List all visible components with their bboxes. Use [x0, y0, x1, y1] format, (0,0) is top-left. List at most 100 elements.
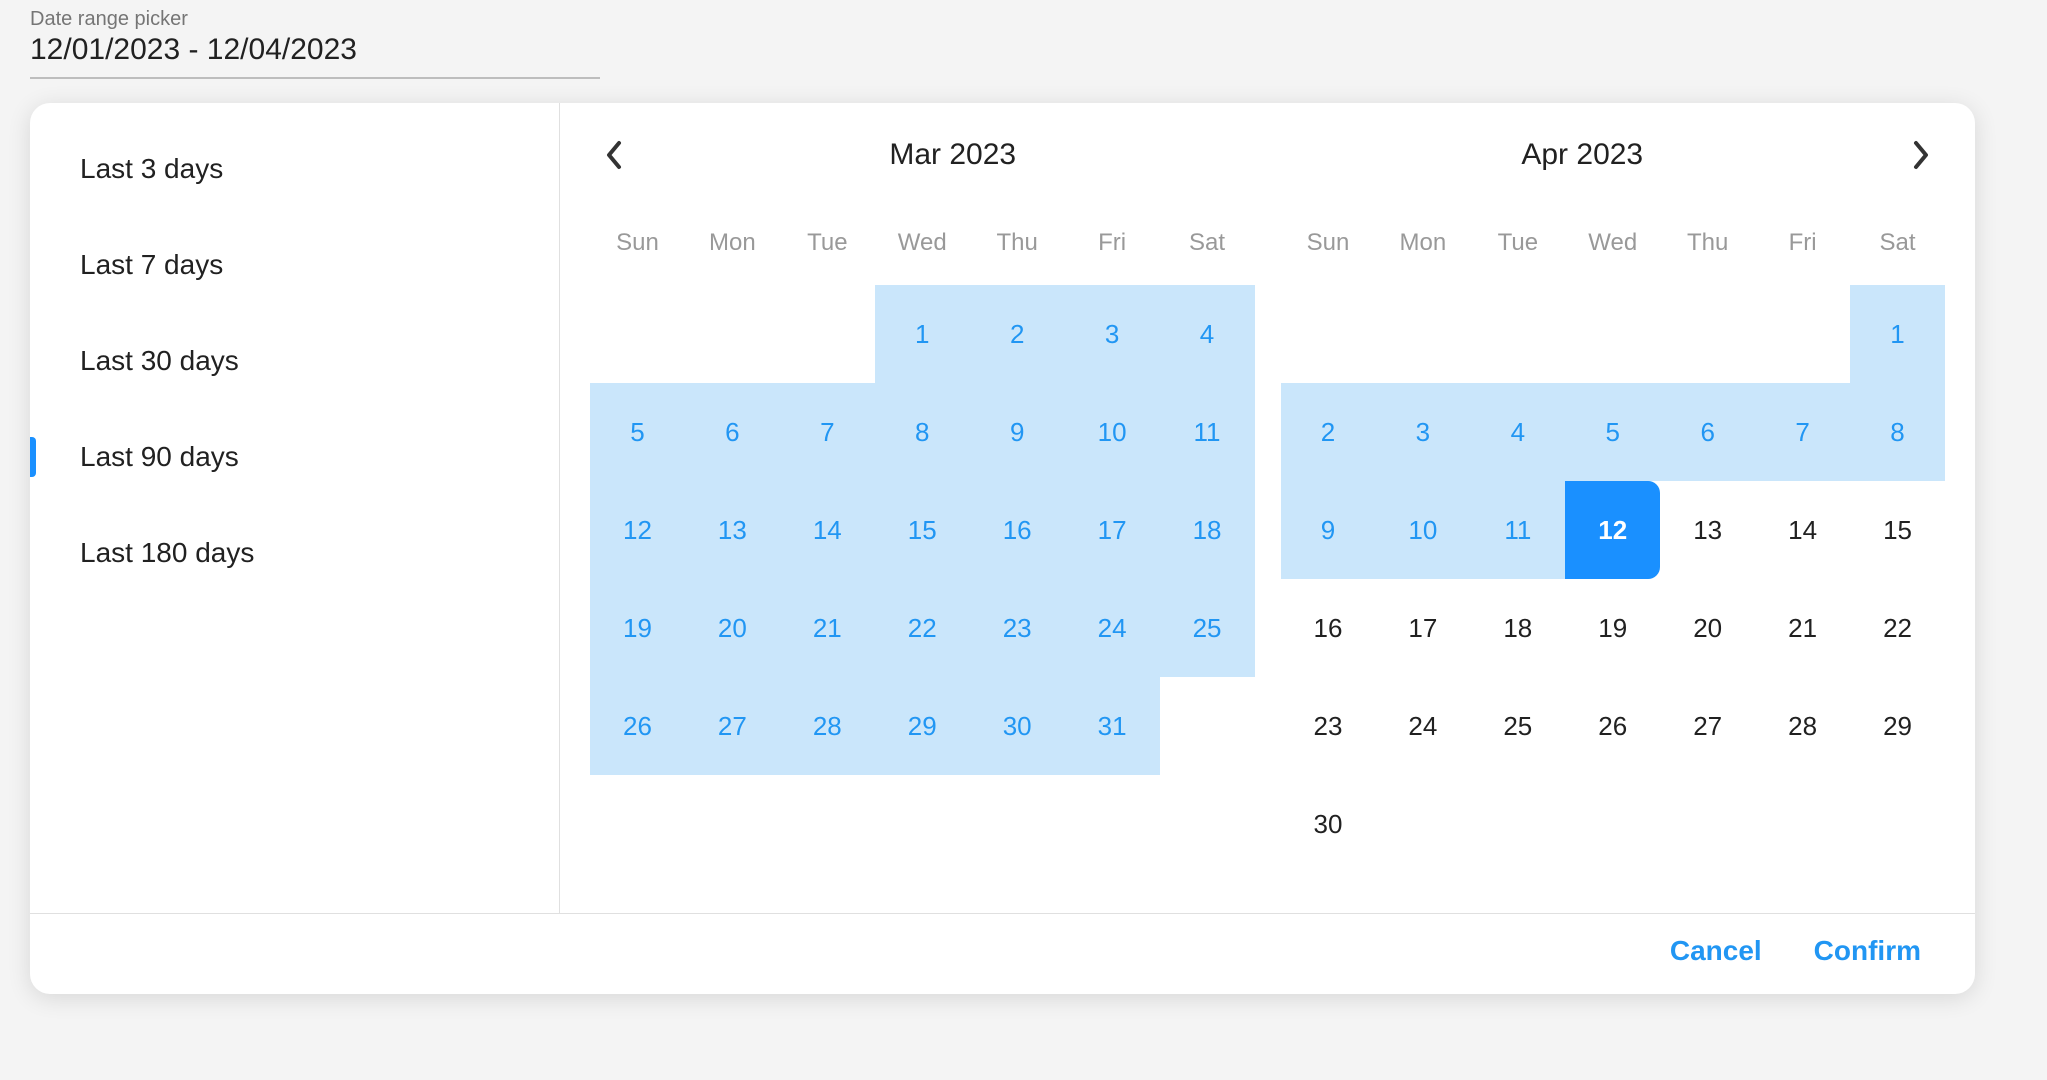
weekday-label: Tue	[1470, 229, 1565, 257]
day-cell[interactable]: 2	[1281, 383, 1376, 481]
chevron-right-icon	[1911, 139, 1931, 171]
prev-month-button[interactable]	[590, 131, 638, 179]
day-cell[interactable]: 17	[1375, 579, 1470, 677]
picker-footer: Cancel Confirm	[30, 913, 1975, 994]
day-cell[interactable]: 1	[875, 285, 970, 383]
day-cell[interactable]: 12	[590, 481, 685, 579]
day-cell[interactable]: 5	[590, 383, 685, 481]
day-cell[interactable]: 10	[1065, 383, 1160, 481]
day-cell-selected[interactable]: 12	[1565, 481, 1660, 579]
weekday-label: Mon	[1375, 229, 1470, 257]
weekday-label: Wed	[875, 229, 970, 257]
day-cell[interactable]: 13	[1660, 481, 1755, 579]
weekday-label: Sun	[590, 229, 685, 257]
day-cell[interactable]: 23	[1281, 677, 1376, 775]
day-cell[interactable]: 10	[1375, 481, 1470, 579]
day-cell[interactable]: 22	[1850, 579, 1945, 677]
day-cell[interactable]: 7	[780, 383, 875, 481]
picker-label: Date range picker	[30, 8, 2017, 31]
day-cell[interactable]: 3	[1065, 285, 1160, 383]
weekday-label: Mon	[685, 229, 780, 257]
day-cell[interactable]: 24	[1375, 677, 1470, 775]
preset-item[interactable]: Last 180 days	[30, 505, 559, 601]
month-title-right: Apr 2023	[1268, 138, 1898, 172]
chevron-left-icon	[604, 139, 624, 171]
weekday-label: Wed	[1565, 229, 1660, 257]
weekday-label: Sun	[1281, 229, 1376, 257]
day-cell[interactable]: 14	[780, 481, 875, 579]
day-cell[interactable]: 29	[875, 677, 970, 775]
day-cell[interactable]: 2	[970, 285, 1065, 383]
day-cell[interactable]: 17	[1065, 481, 1160, 579]
day-cell[interactable]: 13	[685, 481, 780, 579]
day-cell[interactable]: 6	[685, 383, 780, 481]
day-cell[interactable]: 4	[1470, 383, 1565, 481]
day-cell[interactable]: 22	[875, 579, 970, 677]
day-cell[interactable]: 31	[1065, 677, 1160, 775]
day-empty	[1565, 285, 1660, 383]
day-cell[interactable]: 15	[1850, 481, 1945, 579]
day-cell[interactable]: 28	[1755, 677, 1850, 775]
day-cell[interactable]: 7	[1755, 383, 1850, 481]
calendar-month-right: SunMonTueWedThuFriSat 123456789101112131…	[1281, 229, 1946, 873]
day-cell[interactable]: 5	[1565, 383, 1660, 481]
calendar-panel: Mar 2023 Apr 2023 SunMonTueWedThuFriSat …	[560, 103, 1975, 913]
day-cell[interactable]: 21	[1755, 579, 1850, 677]
day-cell[interactable]: 6	[1660, 383, 1755, 481]
day-cell[interactable]: 11	[1470, 481, 1565, 579]
day-cell[interactable]: 25	[1470, 677, 1565, 775]
weekday-label: Tue	[780, 229, 875, 257]
day-empty	[1281, 285, 1376, 383]
day-cell[interactable]: 15	[875, 481, 970, 579]
day-cell[interactable]: 29	[1850, 677, 1945, 775]
month-title-left: Mar 2023	[638, 138, 1268, 172]
day-cell[interactable]: 11	[1160, 383, 1255, 481]
day-cell[interactable]: 18	[1160, 481, 1255, 579]
cancel-button[interactable]: Cancel	[1664, 934, 1768, 968]
day-cell[interactable]: 16	[970, 481, 1065, 579]
day-cell[interactable]: 9	[1281, 481, 1376, 579]
day-empty	[590, 285, 685, 383]
preset-item[interactable]: Last 3 days	[30, 121, 559, 217]
confirm-button[interactable]: Confirm	[1808, 934, 1927, 968]
day-cell[interactable]: 30	[1281, 775, 1376, 873]
day-cell[interactable]: 1	[1850, 285, 1945, 383]
weekday-label: Fri	[1755, 229, 1850, 257]
preset-item[interactable]: Last 7 days	[30, 217, 559, 313]
day-empty	[1375, 285, 1470, 383]
preset-item[interactable]: Last 30 days	[30, 313, 559, 409]
day-cell[interactable]: 30	[970, 677, 1065, 775]
day-cell[interactable]: 18	[1470, 579, 1565, 677]
day-cell[interactable]: 19	[590, 579, 685, 677]
weekday-label: Fri	[1065, 229, 1160, 257]
day-cell[interactable]: 14	[1755, 481, 1850, 579]
date-range-input[interactable]: 12/01/2023 - 12/04/2023	[30, 33, 600, 79]
day-cell[interactable]: 16	[1281, 579, 1376, 677]
day-cell[interactable]: 23	[970, 579, 1065, 677]
day-cell[interactable]: 27	[685, 677, 780, 775]
day-cell[interactable]: 19	[1565, 579, 1660, 677]
day-cell[interactable]: 8	[1850, 383, 1945, 481]
day-cell[interactable]: 4	[1160, 285, 1255, 383]
day-empty	[1470, 285, 1565, 383]
day-cell[interactable]: 28	[780, 677, 875, 775]
preset-list: Last 3 daysLast 7 daysLast 30 daysLast 9…	[30, 103, 560, 913]
day-cell[interactable]: 3	[1375, 383, 1470, 481]
day-cell[interactable]: 26	[1565, 677, 1660, 775]
day-cell[interactable]: 26	[590, 677, 685, 775]
next-month-button[interactable]	[1897, 131, 1945, 179]
day-cell[interactable]: 9	[970, 383, 1065, 481]
preset-item[interactable]: Last 90 days	[30, 409, 559, 505]
day-cell[interactable]: 27	[1660, 677, 1755, 775]
day-cell[interactable]: 8	[875, 383, 970, 481]
day-cell[interactable]: 21	[780, 579, 875, 677]
calendar-month-left: SunMonTueWedThuFriSat 123456789101112131…	[590, 229, 1255, 873]
day-empty	[780, 285, 875, 383]
date-range-picker: Last 3 daysLast 7 daysLast 30 daysLast 9…	[30, 103, 1975, 994]
day-empty	[1755, 285, 1850, 383]
day-cell[interactable]: 20	[1660, 579, 1755, 677]
day-cell[interactable]: 24	[1065, 579, 1160, 677]
day-cell[interactable]: 25	[1160, 579, 1255, 677]
day-cell[interactable]: 20	[685, 579, 780, 677]
weekday-label: Thu	[1660, 229, 1755, 257]
